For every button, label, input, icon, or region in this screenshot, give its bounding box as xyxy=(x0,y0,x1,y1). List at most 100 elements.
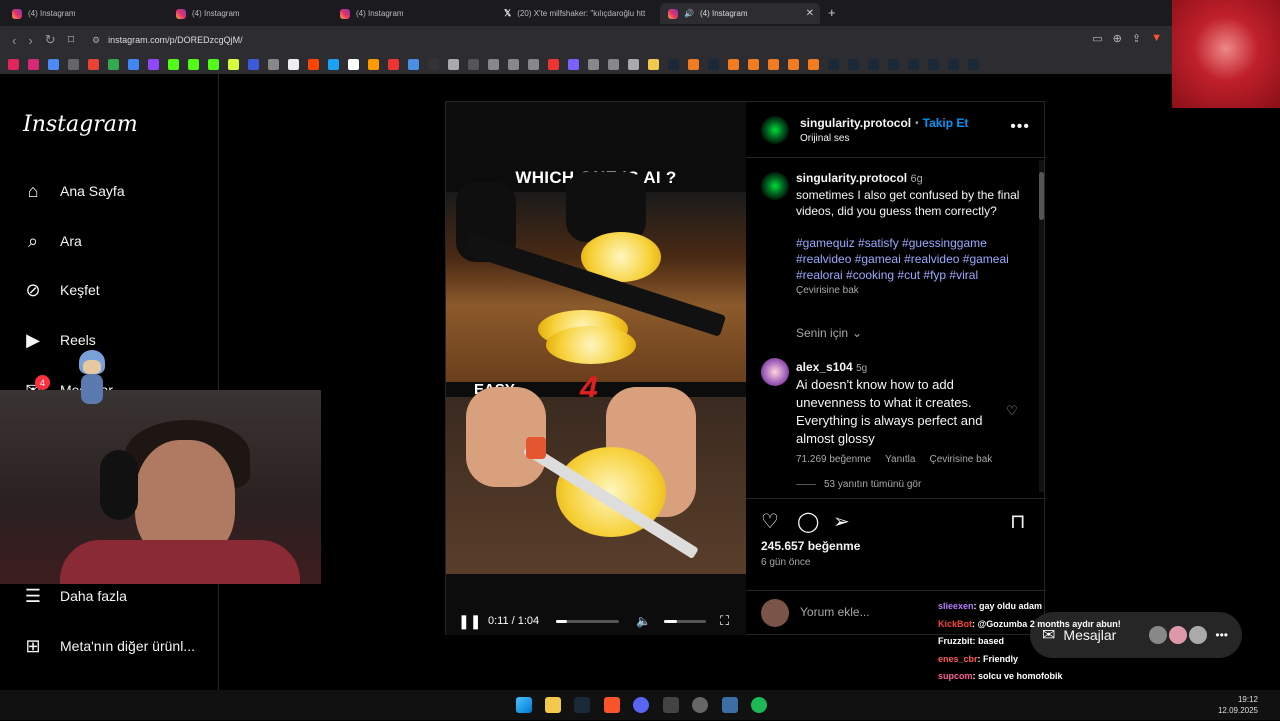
reload-icon[interactable]: ↻ xyxy=(45,32,56,48)
bookmark-icon[interactable] xyxy=(188,58,199,70)
volume-slider[interactable] xyxy=(664,620,706,623)
commenter-avatar[interactable] xyxy=(761,358,789,386)
chat-username[interactable]: KickBot xyxy=(938,619,972,629)
reel-video[interactable]: WHICH ONE IS AI ? EASY 4 ❚❚ 0:11 / 1:04 … xyxy=(446,102,746,635)
sidebar-item-explore[interactable]: ⊘ Keşfet xyxy=(22,279,99,301)
url-field[interactable]: ⚙ instagram.com/p/DOREDzcgQjM/ xyxy=(92,30,992,50)
bookmark-icon[interactable] xyxy=(688,58,699,70)
bookmark-icon[interactable] xyxy=(588,58,599,70)
bookmark-icon[interactable] xyxy=(468,58,479,70)
cast-icon[interactable]: ▭ xyxy=(1092,32,1102,45)
back-icon[interactable]: ‹ xyxy=(12,33,16,48)
comments-scrollbar[interactable] xyxy=(1039,160,1044,492)
view-replies-link[interactable]: 53 yanıtın tümünü gör xyxy=(824,479,921,490)
bookmark-icon[interactable] xyxy=(508,58,519,70)
chat-username[interactable]: enes_cbr xyxy=(938,654,978,664)
brave-shield-icon[interactable]: ▼ xyxy=(1151,32,1162,45)
for-you-dropdown[interactable]: Senin için ⌄ xyxy=(796,326,862,340)
comment-icon[interactable]: ◯ xyxy=(797,509,819,534)
bookmark-icon[interactable] xyxy=(808,58,819,70)
bookmark-icon[interactable] xyxy=(268,58,279,70)
bookmark-icon[interactable] xyxy=(68,58,79,70)
bookmark-icon[interactable] xyxy=(248,58,259,70)
chat-username[interactable]: supcom xyxy=(938,671,973,681)
obs-icon[interactable] xyxy=(692,697,708,713)
follow-button[interactable]: Takip Et xyxy=(923,116,969,130)
sidebar-item-home[interactable]: ⌂ Ana Sayfa xyxy=(22,180,125,202)
bookmark-icon[interactable] xyxy=(28,58,39,70)
bookmark-icon[interactable] xyxy=(328,58,339,70)
steam-icon[interactable] xyxy=(708,58,719,70)
system-clock[interactable]: 19:12 12.09.2025 xyxy=(1218,694,1258,716)
bookmark-icon[interactable] xyxy=(388,58,399,70)
bookmark-icon[interactable] xyxy=(168,58,179,70)
tab-x[interactable]: 𝕏 (20) X'te milfshaker: "kılıçdaroğlu htt xyxy=(496,3,656,24)
share-icon[interactable]: ➢ xyxy=(833,509,850,534)
bookmark-icon[interactable] xyxy=(788,58,799,70)
caption-avatar[interactable] xyxy=(761,172,789,200)
app-icon[interactable] xyxy=(663,697,679,713)
zoom-icon[interactable]: ⊕ xyxy=(1113,32,1122,45)
sidebar-item-meta[interactable]: ⊞ Meta'nın diğer ürünl... xyxy=(22,635,195,657)
bookmark-icon[interactable] xyxy=(748,58,759,70)
chat-username[interactable]: Fruzzbit xyxy=(938,636,973,646)
audio-label[interactable]: Orijinal ses xyxy=(800,133,849,144)
bookmark-icon[interactable] xyxy=(308,58,319,70)
bookmark-icon[interactable] xyxy=(408,58,419,70)
fullscreen-icon[interactable]: ⛶ xyxy=(720,613,729,629)
site-settings-icon[interactable]: ⚙ xyxy=(92,35,100,46)
bookmark-icon[interactable] xyxy=(608,58,619,70)
brave-icon[interactable] xyxy=(604,697,620,713)
share-icon[interactable]: ⇪ xyxy=(1132,32,1141,45)
app-icon[interactable] xyxy=(722,697,738,713)
close-tab-icon[interactable]: ✕ xyxy=(806,8,814,19)
file-explorer-icon[interactable] xyxy=(545,697,561,713)
tab-instagram-active[interactable]: 🔊 (4) Instagram ✕ xyxy=(660,3,820,24)
bookmark-icon[interactable] xyxy=(428,58,439,70)
bookmark-icon[interactable] xyxy=(48,58,59,70)
instagram-logo[interactable]: Instagram xyxy=(23,112,138,137)
bookmark-icon[interactable] xyxy=(528,58,539,70)
start-icon[interactable] xyxy=(516,697,532,713)
bookmark-icon[interactable] xyxy=(128,58,139,70)
bookmark-icon[interactable] xyxy=(228,58,239,70)
see-translation-link[interactable]: Çevirisine bak xyxy=(796,283,1026,299)
tab-instagram-2[interactable]: (4) Instagram xyxy=(168,3,328,24)
like-icon[interactable]: ♡ xyxy=(761,509,779,534)
steam-icon[interactable] xyxy=(574,697,590,713)
discord-icon[interactable] xyxy=(633,697,649,713)
steam-icon[interactable] xyxy=(668,58,679,70)
new-tab-button[interactable]: + xyxy=(828,5,836,20)
comment-likes[interactable]: 71.269 beğenme xyxy=(796,454,871,465)
bookmark-icon[interactable] xyxy=(488,58,499,70)
bookmark-icon[interactable] xyxy=(148,58,159,70)
like-comment-icon[interactable]: ♡ xyxy=(1006,403,1018,419)
tab-instagram-3[interactable]: (4) Instagram xyxy=(332,3,492,24)
steam-icon[interactable] xyxy=(908,58,919,70)
steam-icon[interactable] xyxy=(828,58,839,70)
bookmark-icon[interactable]: ⌑ xyxy=(68,32,75,48)
spotify-icon[interactable] xyxy=(751,697,767,713)
bookmark-icon[interactable] xyxy=(448,58,459,70)
folder-icon[interactable] xyxy=(648,58,659,70)
bookmark-icon[interactable] xyxy=(768,58,779,70)
bookmark-icon[interactable] xyxy=(208,58,219,70)
steam-icon[interactable] xyxy=(968,58,979,70)
bookmark-icon[interactable] xyxy=(628,58,639,70)
tab-instagram-1[interactable]: (4) Instagram xyxy=(4,3,164,24)
reply-button[interactable]: Yanıtla xyxy=(885,454,915,465)
pause-icon[interactable]: ❚❚ xyxy=(458,613,481,630)
bookmark-icon[interactable] xyxy=(88,58,99,70)
comment-translate-link[interactable]: Çevirisine bak xyxy=(929,454,992,465)
author-avatar[interactable] xyxy=(761,116,789,144)
save-icon[interactable]: ⊓ xyxy=(1010,509,1026,534)
comment-input[interactable]: Yorum ekle... xyxy=(800,605,870,619)
sidebar-item-search[interactable]: ⌕ Ara xyxy=(22,230,82,252)
sidebar-item-more[interactable]: ☰ Daha fazla xyxy=(22,585,127,607)
steam-icon[interactable] xyxy=(948,58,959,70)
steam-icon[interactable] xyxy=(868,58,879,70)
bookmark-icon[interactable] xyxy=(548,58,559,70)
steam-icon[interactable] xyxy=(848,58,859,70)
hashtags[interactable]: #gamequiz #satisfy #guessinggame #realvi… xyxy=(796,235,1026,283)
forward-icon[interactable]: › xyxy=(28,33,32,48)
